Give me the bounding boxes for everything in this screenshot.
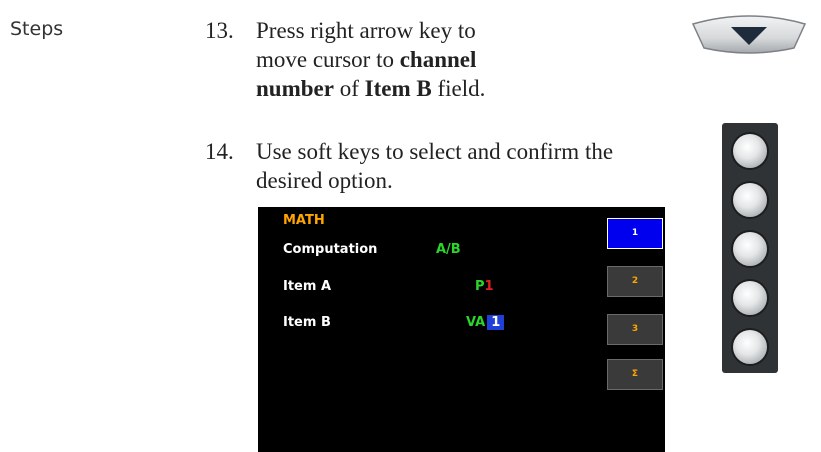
soft-key-icon <box>733 134 767 168</box>
step-text-part: of <box>333 76 365 101</box>
soft-key-icon <box>733 330 767 364</box>
item-a-label: Item A <box>283 279 332 294</box>
item-a-channel-number: 1 <box>484 279 494 294</box>
instrument-screen: MATH Computation A/B Item A P1 Item B VA… <box>258 207 665 452</box>
down-arrow-key-icon <box>691 15 807 54</box>
step-13: 13. Press right arrow key to move cursor… <box>205 16 645 116</box>
computation-label: Computation <box>283 242 378 257</box>
softkey-sum[interactable]: Σ <box>607 359 663 390</box>
step-text-part: field. <box>431 76 486 101</box>
soft-key-icon <box>733 281 767 315</box>
softkey-2[interactable]: 2 <box>607 266 663 297</box>
soft-key-icon <box>733 232 767 266</box>
step-number: 13. <box>205 18 234 43</box>
step-number: 14. <box>205 139 234 164</box>
item-b-value: VA 1 <box>466 315 505 330</box>
soft-key-panel <box>722 123 778 373</box>
step-text: Use soft keys to select and confirm the … <box>256 139 614 193</box>
computation-value: A/B <box>436 242 461 257</box>
step-14: 14. Use soft keys to select and confirm … <box>205 137 645 207</box>
item-b-channel-prefix: VA <box>466 315 486 330</box>
softkey-3[interactable]: 3 <box>607 314 663 345</box>
item-a-channel-prefix: P <box>475 279 485 294</box>
section-label: Steps <box>10 18 64 40</box>
screen-title: MATH <box>283 213 325 228</box>
step-text: Press right arrow key to move cursor to … <box>256 16 506 103</box>
item-a-value: P1 <box>475 279 494 294</box>
item-b-channel-number-cursor[interactable]: 1 <box>487 315 505 330</box>
step-emphasis: Item B <box>364 76 432 101</box>
soft-key-icon <box>733 183 767 217</box>
item-b-label: Item B <box>283 315 331 330</box>
softkey-1[interactable]: 1 <box>607 218 663 249</box>
